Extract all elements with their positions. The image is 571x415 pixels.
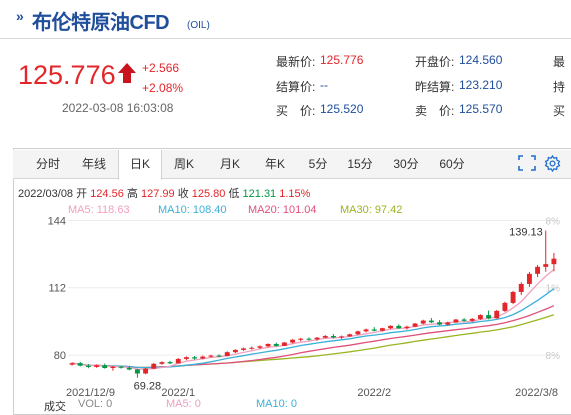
ask-price-value: 125.570 xyxy=(459,102,503,116)
settings-icon[interactable] xyxy=(544,155,561,172)
tab-year-line[interactable]: 年线 xyxy=(74,150,114,178)
ask-price-label: 卖 价: xyxy=(415,104,455,118)
ma20-legend: MA20: 101.04 xyxy=(248,204,317,216)
volume-label: 成交 xyxy=(44,401,66,413)
ma30-legend: MA30: 97.42 xyxy=(340,204,403,216)
price-change-block: +2.566 +2.08% xyxy=(142,58,183,98)
truncated-field-3: 买 xyxy=(553,104,566,118)
tab-60min[interactable]: 60分 xyxy=(432,150,472,178)
tab-weekly-k[interactable]: 周K xyxy=(164,150,204,178)
settle-price-value: -- xyxy=(320,78,328,92)
bid-price-value: 125.520 xyxy=(320,102,364,116)
low-label: 低 xyxy=(228,188,240,200)
up-arrow-icon xyxy=(118,63,136,83)
open-label: 开 xyxy=(76,188,88,200)
bid-price-label: 买 价: xyxy=(276,104,316,118)
price-change-pct: +2.08% xyxy=(142,81,184,95)
ma10-legend: MA10: 108.40 xyxy=(158,204,227,216)
tab-timeshare[interactable]: 分时 xyxy=(28,150,68,178)
settle-price-label: 结算价: xyxy=(276,80,316,94)
instrument-code: (OIL) xyxy=(187,20,210,31)
open-price-label: 开盘价: xyxy=(415,55,455,69)
volume-ma10: MA10: 0 xyxy=(256,398,297,410)
change-pct-value: 1.15% xyxy=(279,188,311,200)
latest-price-value: 125.776 xyxy=(320,53,364,67)
latest-price-label: 最新价: xyxy=(276,55,316,69)
truncated-field-2: 持 xyxy=(553,80,566,94)
close-value: 125.80 xyxy=(191,188,226,200)
truncated-field-1: 最 xyxy=(553,55,566,69)
prev-settle-value: 123.210 xyxy=(459,78,503,92)
close-label: 收 xyxy=(177,188,189,200)
last-price: 125.776 xyxy=(18,60,116,90)
open-value: 124.56 xyxy=(90,188,124,200)
volume-ma5: MA5: 0 xyxy=(166,398,201,410)
tab-yearly-k[interactable]: 年K xyxy=(255,150,295,178)
instrument-name: 布伦特原油CFD xyxy=(32,12,170,34)
tab-monthly-k[interactable]: 月K xyxy=(210,150,250,178)
tab-30min[interactable]: 30分 xyxy=(386,150,426,178)
double-chevron-icon[interactable]: » xyxy=(16,8,24,24)
tab-15min[interactable]: 15分 xyxy=(340,150,380,178)
fullscreen-icon[interactable] xyxy=(518,155,536,171)
open-price-value: 124.560 xyxy=(459,53,503,67)
price-change: +2.566 xyxy=(142,61,180,75)
tab-5min[interactable]: 5分 xyxy=(300,150,336,178)
timestamp: 2022-03-08 16:03:08 xyxy=(62,101,174,115)
low-value: 121.31 xyxy=(242,188,277,200)
ma5-legend: MA5: 118.63 xyxy=(68,204,130,216)
tab-daily-k[interactable]: 日K xyxy=(118,150,162,180)
volume-value: VOL: 0 xyxy=(78,398,113,410)
high-value: 127.99 xyxy=(140,188,175,200)
prev-settle-label: 昨结算: xyxy=(415,80,455,94)
ohlc-info-row: 2022/03/08 开 124.56 高 127.99 收 125.80 低 … xyxy=(18,185,310,201)
high-label: 高 xyxy=(126,188,138,200)
ohlc-date: 2022/03/08 xyxy=(18,188,74,200)
